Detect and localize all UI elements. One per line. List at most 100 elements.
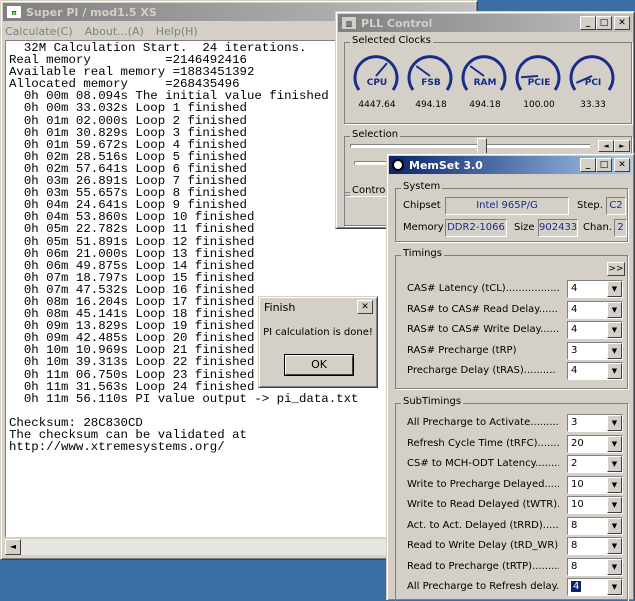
memset-window: MemSet 3.0 _ □ ✕ System Chipset Intel 96…	[386, 153, 635, 601]
chevron-down-icon[interactable]: ▼	[607, 558, 622, 575]
subtiming-label: Read to Precharge (tRTP)...........	[407, 560, 559, 572]
timing-label: Precharge Delay (tRAS)..........	[407, 365, 556, 377]
slider-left-button[interactable]: ◄	[598, 140, 614, 152]
chan-label: Chan.	[583, 222, 612, 233]
gauge-pcie[interactable]: PCIE 100.00	[512, 52, 566, 110]
subtiming-select[interactable]: 2 ▼	[567, 455, 623, 473]
control-label: Contro	[350, 185, 388, 196]
pll-app-icon: ▥	[341, 16, 357, 30]
timing-select[interactable]: 4 ▼	[567, 300, 623, 319]
super-pi-icon: π	[6, 5, 22, 19]
gauge-value: 100.00	[523, 100, 555, 110]
gauge-value: 494.18	[415, 100, 447, 110]
subtiming-label: All Precharge to Activate.............	[407, 417, 559, 428]
chevron-down-icon[interactable]: ▼	[607, 517, 622, 534]
timing-label: RAS# to CAS# Read Delay.............	[407, 303, 559, 315]
timing-select[interactable]: 4 ▼	[567, 362, 623, 381]
gauge-dial	[569, 55, 615, 91]
size-label: Size	[514, 222, 535, 233]
chevron-down-icon[interactable]: ▼	[607, 579, 622, 595]
expand-button[interactable]: >>	[607, 262, 625, 276]
timing-select[interactable]: 4 ▼	[567, 280, 623, 298]
maximize-button[interactable]: □	[596, 16, 612, 30]
chevron-down-icon[interactable]: ▼	[607, 415, 622, 431]
chevron-down-icon[interactable]: ▼	[607, 497, 622, 513]
menu-about[interactable]: About...(A)	[85, 25, 144, 38]
gauge-pci[interactable]: PCI 33.33	[566, 52, 620, 110]
minimize-button[interactable]: _	[580, 16, 596, 30]
menu-calculate[interactable]: Calculate(C)	[5, 25, 73, 38]
memory-value: DDR2-1066	[445, 219, 507, 237]
timing-select[interactable]: 3 ▼	[567, 341, 623, 360]
finish-close-button[interactable]: ✕	[357, 300, 373, 314]
subtiming-select[interactable]: 4 ▼	[567, 578, 623, 596]
gauge-dial	[353, 55, 399, 91]
subtiming-label: All Precharge to Refresh delay.......	[407, 581, 559, 592]
select-value: 4	[569, 580, 583, 593]
selection-label: Selection	[350, 129, 401, 140]
memset-maximize-button[interactable]: □	[596, 158, 612, 172]
memset-app-icon	[392, 159, 404, 171]
chevron-down-icon[interactable]: ▼	[607, 538, 622, 554]
subtiming-select[interactable]: 8 ▼	[567, 557, 623, 576]
gauge-fsb[interactable]: FSB 494.18	[404, 52, 458, 110]
subtiming-select[interactable]: 8 ▼	[567, 516, 623, 535]
subtiming-select[interactable]: 10 ▼	[567, 475, 623, 494]
ok-button[interactable]: OK	[285, 355, 353, 375]
select-value: 3	[571, 417, 578, 428]
scroll-left-button[interactable]: ◄	[5, 539, 21, 555]
finish-titlebar[interactable]: Finish ✕	[261, 299, 375, 315]
memset-titlebar[interactable]: MemSet 3.0 _ □ ✕	[389, 156, 632, 174]
gauge-dial	[515, 55, 561, 91]
menu-help[interactable]: Help(H)	[156, 25, 198, 38]
subtiming-select[interactable]: 10 ▼	[567, 496, 623, 514]
gauge-ram[interactable]: RAM 494.18	[458, 52, 512, 110]
select-value: 4	[571, 283, 578, 294]
gauge-name: RAM	[473, 78, 497, 88]
subtiming-label: Read to Write Delay (tRD_WR).......	[407, 540, 559, 551]
gauge-cpu[interactable]: CPU 4447.64	[350, 52, 404, 110]
gauge-value: 494.18	[469, 100, 501, 110]
chevron-down-icon[interactable]: ▼	[607, 476, 622, 493]
gauge-value: 4447.64	[358, 100, 396, 110]
subtiming-label: Refresh Cycle Time (tRFC)........	[407, 437, 559, 449]
select-value: 10	[571, 499, 584, 510]
subtimings-label: SubTimings	[401, 396, 464, 407]
chevron-down-icon[interactable]: ▼	[607, 281, 622, 297]
chevron-down-icon[interactable]: ▼	[607, 342, 622, 359]
chan-value: 2	[614, 219, 627, 237]
step-label: Step.	[577, 200, 603, 211]
memset-title: MemSet 3.0	[409, 158, 483, 172]
size-value: 902433	[538, 219, 578, 237]
memset-close-button[interactable]: ✕	[614, 158, 630, 172]
pll-titlebar[interactable]: ▥ PLL Control _ □ ✕	[338, 14, 632, 32]
gauge-name: FSB	[421, 78, 441, 88]
slider-right-button[interactable]: ►	[614, 140, 630, 152]
select-value: 4	[571, 303, 578, 315]
subtiming-select[interactable]: 20 ▼	[567, 434, 623, 453]
memset-minimize-button[interactable]: _	[580, 158, 596, 172]
select-value: 10	[571, 478, 584, 490]
chevron-down-icon[interactable]: ▼	[607, 363, 622, 380]
clock-gauges: CPU 4447.64 FSB 494.18 RAM 494.18 PCIE 100.00 PC…	[350, 52, 620, 110]
subtiming-label: Act. to Act. Delayed (tRRD)..........	[407, 519, 559, 531]
selection-slider-track[interactable]	[350, 144, 590, 148]
finish-dialog: Finish ✕ PI calculation is done! OK	[258, 296, 378, 388]
chevron-down-icon[interactable]: ▼	[607, 435, 622, 452]
chevron-down-icon[interactable]: ▼	[607, 301, 622, 318]
close-button[interactable]: ✕	[614, 16, 630, 30]
timing-select[interactable]: 4 ▼	[567, 321, 623, 340]
chevron-down-icon[interactable]: ▼	[607, 456, 622, 472]
gauge-dial	[407, 55, 453, 91]
selection-slider-thumb[interactable]	[477, 138, 487, 154]
select-value: 8	[571, 519, 578, 531]
chevron-down-icon[interactable]: ▼	[607, 322, 622, 339]
subtiming-label: Write to Precharge Delayed..........	[407, 478, 559, 490]
selected-clocks-label: Selected Clocks	[350, 35, 433, 46]
gauge-value: 33.33	[580, 100, 606, 110]
subtiming-select[interactable]: 3 ▼	[567, 414, 623, 432]
pll-title: PLL Control	[361, 16, 433, 30]
chipset-value: Intel 965P/G	[445, 197, 569, 215]
subtiming-select[interactable]: 8 ▼	[567, 537, 623, 555]
select-value: 4	[571, 324, 578, 336]
